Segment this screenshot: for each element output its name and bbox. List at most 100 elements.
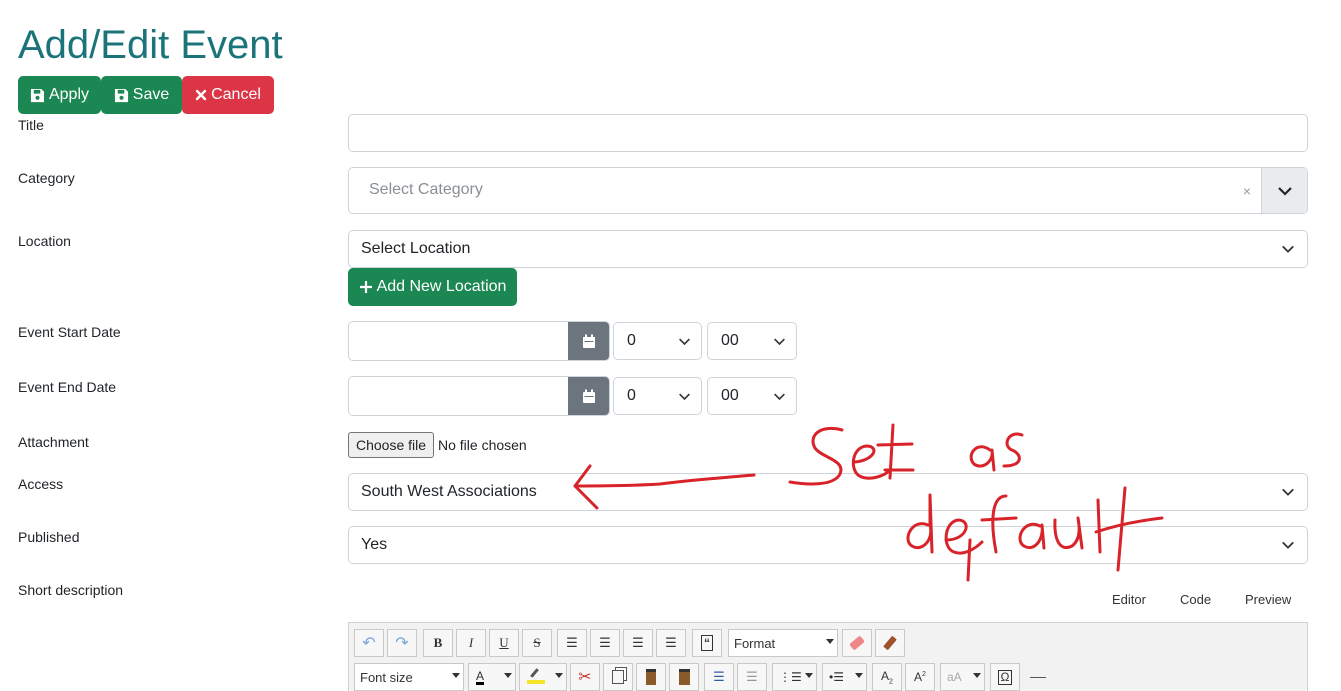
cut-button[interactable]: ✂ — [570, 663, 600, 691]
underline-icon: U — [499, 635, 509, 650]
access-value: South West Associations — [361, 483, 537, 500]
location-select[interactable]: Select Location — [348, 230, 1308, 268]
calendar-icon — [582, 334, 595, 348]
eraser-button[interactable] — [842, 629, 872, 657]
bullet-list-icon: •☰ — [829, 670, 844, 684]
tab-preview[interactable]: Preview — [1245, 592, 1291, 607]
category-select[interactable]: Select Category × — [348, 167, 1308, 214]
outdent-button[interactable]: ☰ — [737, 663, 767, 691]
align-center-button[interactable]: ☰ — [590, 629, 620, 657]
category-dropdown-toggle[interactable] — [1261, 168, 1307, 213]
highlight-icon — [527, 668, 545, 684]
bold-button[interactable]: B — [423, 629, 453, 657]
blockquote-button[interactable]: “ — [692, 629, 722, 657]
format-select[interactable]: Format — [728, 629, 838, 657]
undo-icon: ↶ — [362, 635, 376, 652]
chevron-down-icon — [452, 673, 460, 678]
tab-code[interactable]: Code — [1180, 592, 1211, 607]
annotation-letter — [876, 423, 915, 480]
chevron-down-icon — [774, 393, 785, 401]
chevron-down-icon — [826, 639, 834, 644]
omega-icon: Ω — [997, 669, 1013, 685]
paste-text-button[interactable] — [669, 663, 699, 691]
short-description-label: Short description — [18, 582, 124, 598]
end-hour-select[interactable]: 0 — [613, 377, 702, 415]
paste-button[interactable] — [636, 663, 666, 691]
justify-icon: ☰ — [566, 635, 578, 650]
font-size-label: Font size — [360, 669, 413, 685]
start-date-label: Event Start Date — [18, 324, 121, 340]
published-label: Published — [18, 529, 80, 545]
text-color-button[interactable]: A — [468, 663, 516, 691]
broom-button[interactable] — [875, 629, 905, 657]
category-clear-button[interactable]: × — [1243, 183, 1251, 199]
chevron-down-icon — [679, 338, 690, 346]
start-date-input[interactable] — [348, 321, 610, 361]
copy-button[interactable] — [603, 663, 633, 691]
align-left-icon: ☰ — [632, 635, 644, 650]
chevron-down-icon — [855, 673, 863, 678]
choose-file-button[interactable]: Choose file — [348, 432, 435, 458]
horizontal-rule-button[interactable] — [1023, 663, 1053, 691]
align-left-button[interactable]: ☰ — [623, 629, 653, 657]
location-label: Location — [18, 233, 71, 249]
bold-icon: B — [433, 635, 443, 650]
tab-editor[interactable]: Editor — [1112, 592, 1146, 607]
justify-button[interactable]: ☰ — [557, 629, 587, 657]
eraser-icon — [849, 635, 865, 651]
underline-button[interactable]: U — [489, 629, 519, 657]
published-select[interactable]: Yes — [348, 526, 1308, 564]
chevron-down-icon — [973, 673, 981, 678]
close-icon — [195, 89, 207, 101]
title-input[interactable] — [348, 114, 1308, 152]
start-date-calendar-button[interactable] — [568, 322, 609, 360]
bullet-list-button[interactable]: •☰ — [822, 663, 867, 691]
chevron-down-icon — [555, 673, 563, 678]
strikethrough-icon: S — [533, 635, 541, 650]
plus-icon — [359, 281, 372, 293]
subscript-button[interactable]: A2 — [872, 663, 902, 691]
start-hour-select[interactable]: 0 — [613, 322, 702, 360]
superscript-button[interactable]: A2 — [905, 663, 935, 691]
superscript-icon: A2 — [914, 670, 926, 684]
floppy-disk-icon — [30, 88, 45, 102]
title-label: Title — [18, 117, 44, 133]
special-character-button[interactable]: Ω — [990, 663, 1020, 691]
end-minute-select[interactable]: 00 — [707, 377, 797, 415]
category-placeholder: Select Category — [369, 181, 483, 198]
end-minute-value: 00 — [721, 387, 739, 404]
numbered-list-icon: ⋮☰ — [779, 670, 802, 684]
start-minute-select[interactable]: 00 — [707, 322, 797, 360]
apply-button[interactable]: Apply — [18, 76, 101, 114]
undo-button[interactable]: ↶ — [354, 629, 384, 657]
chevron-down-icon — [1282, 245, 1294, 253]
indent-button[interactable]: ☰ — [704, 663, 734, 691]
indent-icon: ☰ — [713, 669, 725, 684]
end-date-calendar-button[interactable] — [568, 377, 609, 415]
paste-icon — [646, 669, 656, 685]
highlight-button[interactable] — [519, 663, 567, 691]
redo-button[interactable]: ↷ — [387, 629, 417, 657]
outdent-icon: ☰ — [746, 669, 758, 684]
end-date-input[interactable] — [348, 376, 610, 416]
cut-icon: ✂ — [578, 669, 592, 686]
cancel-button[interactable]: Cancel — [182, 76, 274, 114]
redo-icon: ↷ — [395, 635, 409, 652]
italic-button[interactable]: I — [456, 629, 486, 657]
location-value: Select Location — [361, 240, 471, 257]
align-right-button[interactable]: ☰ — [656, 629, 686, 657]
add-new-location-button[interactable]: Add New Location — [348, 268, 517, 306]
numbered-list-button[interactable]: ⋮☰ — [772, 663, 817, 691]
align-center-icon: ☰ — [599, 635, 611, 650]
font-case-button[interactable]: aA — [940, 663, 985, 691]
no-file-chosen-text: No file chosen — [438, 437, 527, 453]
calendar-icon — [582, 389, 595, 403]
text-color-icon: A — [476, 668, 485, 685]
font-size-select[interactable]: Font size — [354, 663, 464, 691]
annotation-letter — [1002, 432, 1024, 468]
strikethrough-button[interactable]: S — [522, 629, 552, 657]
subscript-icon: A2 — [881, 668, 893, 686]
access-select[interactable]: South West Associations — [348, 473, 1308, 511]
floppy-disk-icon — [114, 88, 128, 102]
save-button[interactable]: Save — [101, 76, 182, 114]
